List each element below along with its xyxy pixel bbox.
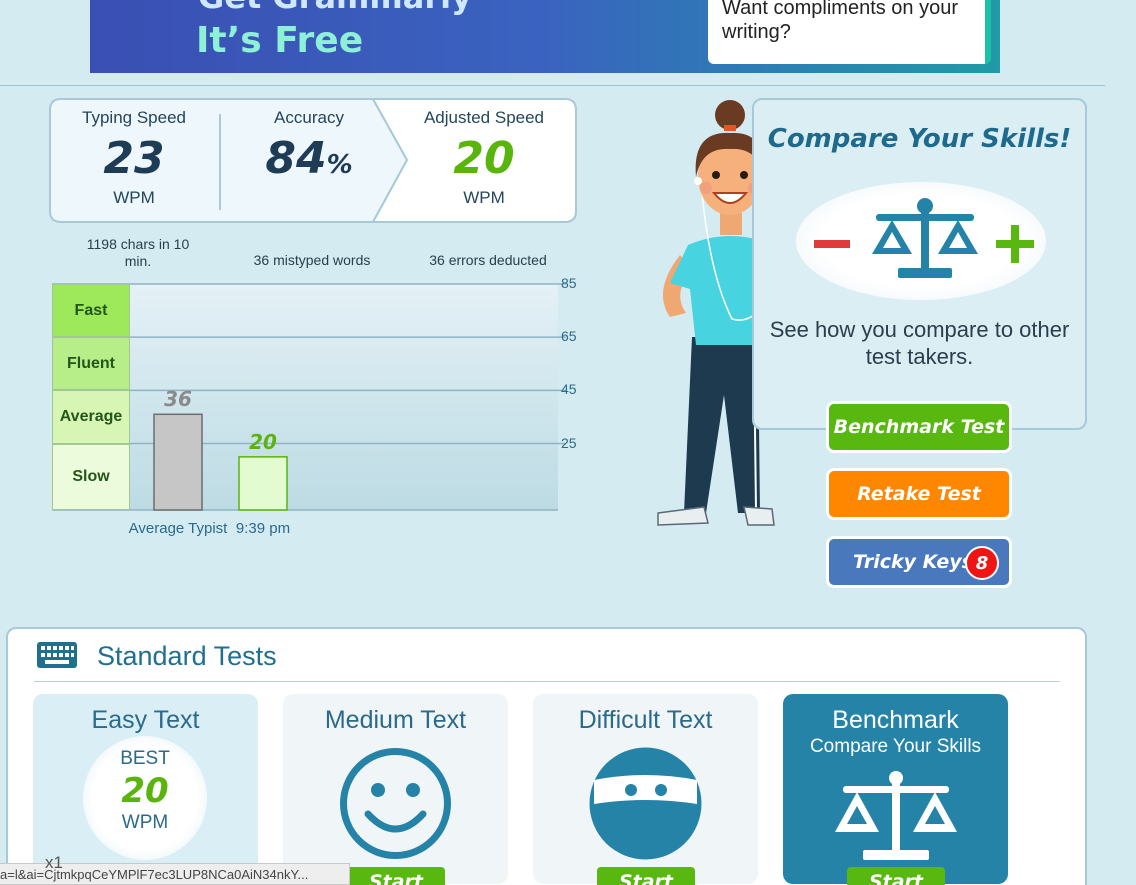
divider	[34, 681, 1060, 682]
results-stats: Typing Speed 23 WPM Accuracy 84% Adjuste…	[49, 98, 577, 223]
compare-title: Compare Your Skills!	[767, 124, 1072, 154]
tier-fluent: Fluent	[52, 337, 130, 391]
accuracy-label: Accuracy	[274, 108, 344, 127]
start-benchmark-button[interactable]: Start	[847, 867, 945, 885]
benchmark-test-button[interactable]: Benchmark Test	[826, 401, 1012, 453]
y-tick-label: 25	[561, 434, 577, 451]
typing-speed-unit: WPM	[113, 188, 155, 207]
balance-scale-icon	[872, 198, 978, 278]
bar-value-label: 20	[249, 429, 277, 454]
retake-test-button[interactable]: Retake Test	[826, 468, 1012, 520]
easy-text-card[interactable]: Easy Text BEST 20 WPM Start	[33, 694, 258, 885]
x-category-label: 9:39 pm	[235, 520, 291, 537]
accuracy-number: 84	[265, 133, 327, 184]
y-tick-label: 65	[561, 328, 577, 345]
typing-speed-value: 23	[103, 133, 165, 184]
accuracy-value: 84%	[224, 134, 394, 190]
compare-description: See how you compare to other test takers…	[769, 317, 1070, 369]
tricky-keys-count-badge: 8	[965, 546, 999, 580]
difficult-text-card[interactable]: Difficult Text Start	[533, 694, 758, 885]
zoom-indicator: x1	[45, 853, 63, 872]
tricky-keys-label: Tricky Keys	[853, 551, 973, 573]
difficult-text-title: Difficult Text	[578, 706, 713, 734]
adjusted-speed-label: Adjusted Speed	[423, 108, 545, 127]
benchmark-subtitle: Compare Your Skills	[809, 736, 982, 757]
typing-speed-stat: Typing Speed 23 WPM	[49, 98, 219, 208]
balance-scale-icon	[835, 771, 957, 860]
best-value: 20	[121, 771, 169, 811]
errors-note: 36 errors deducted	[429, 252, 547, 268]
banner-subline: It’s Free	[196, 20, 364, 61]
banner-card: Want compliments on your writing?	[708, 0, 991, 64]
benchmark-card[interactable]: Benchmark Compare Your Skills Start	[783, 694, 1008, 885]
bar-value-label: 36	[164, 387, 192, 412]
best-label: BEST	[120, 748, 170, 769]
best-score-badge: BEST 20 WPM	[83, 736, 207, 860]
chars-note: 1198 chars in 10 min.	[86, 236, 190, 269]
start-difficult-button[interactable]: Start	[597, 867, 695, 885]
standard-tests-title: Standard Tests	[97, 641, 277, 671]
smiley-face-icon	[340, 748, 451, 859]
scale-compare-icon	[814, 198, 1034, 278]
accuracy-suffix: %	[326, 150, 353, 180]
medium-text-title: Medium Text	[324, 706, 467, 734]
divider	[0, 85, 1105, 86]
start-medium-button[interactable]: Start	[347, 867, 445, 885]
plus-icon	[996, 225, 1034, 263]
easy-text-title: Easy Text	[91, 706, 200, 734]
adjusted-speed-unit: WPM	[463, 188, 505, 207]
bar-average-typist	[153, 413, 203, 511]
adjusted-speed-value: 20	[453, 133, 515, 184]
ninja-icon	[589, 747, 702, 860]
compare-panel: Compare Your Skills! See how you compare…	[752, 98, 1087, 430]
adjusted-speed-stat: Adjusted Speed 20 WPM	[399, 98, 569, 208]
banner-headline: Get Grammarly	[198, 0, 472, 16]
tier-fast: Fast	[52, 284, 130, 338]
y-tick-label: 45	[561, 381, 577, 398]
benchmark-title: Benchmark	[832, 706, 959, 734]
tier-slow: Slow	[52, 443, 130, 510]
tricky-keys-button[interactable]: Tricky Keys 8	[826, 536, 1012, 588]
bar-user	[238, 456, 288, 511]
tier-average: Average	[52, 390, 130, 444]
ad-banner[interactable]: Get Grammarly It’s Free Want compliments…	[90, 0, 1000, 73]
y-tick-label: 85	[561, 275, 577, 291]
accuracy-stat: Accuracy 84%	[224, 98, 394, 190]
mistyped-note: 36 mistyped words	[253, 252, 371, 268]
speed-chart: 25 45 65 85 Fast Fluent Average Slow 36 Average T…	[50, 275, 590, 566]
minus-icon	[814, 240, 850, 248]
typing-speed-label: Typing Speed	[82, 108, 186, 127]
best-unit: WPM	[121, 812, 169, 833]
medium-text-card[interactable]: Medium Text Start	[283, 694, 508, 885]
keyboard-icon	[37, 642, 77, 668]
